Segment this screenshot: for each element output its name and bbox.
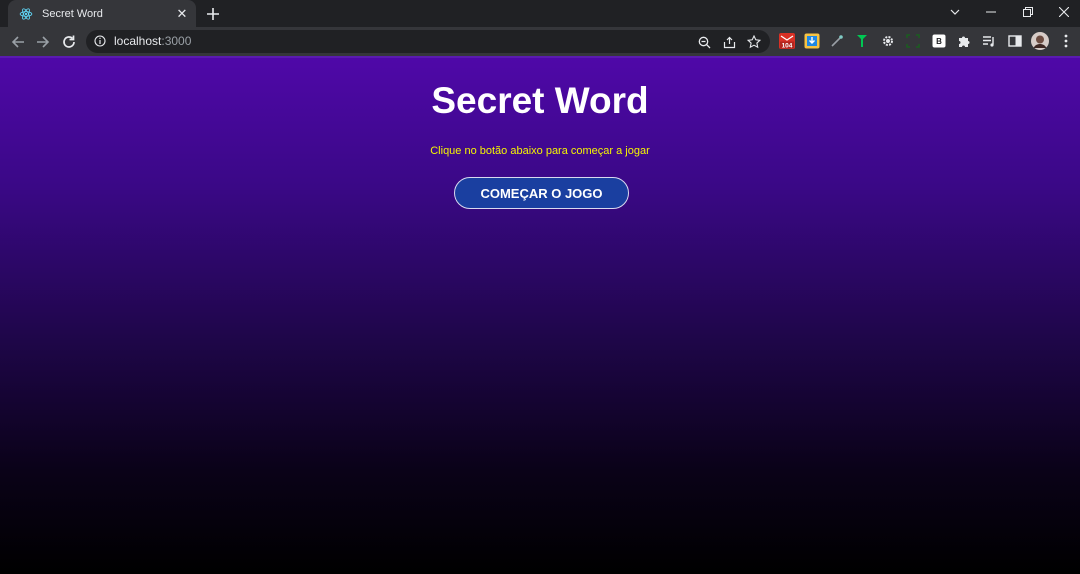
forward-icon[interactable] (32, 31, 54, 53)
download-extension-icon[interactable] (803, 32, 821, 50)
bookmark-star-icon[interactable] (745, 33, 763, 51)
share-icon[interactable] (720, 33, 738, 51)
new-tab-icon[interactable] (203, 4, 223, 24)
url-port: :3000 (161, 34, 192, 48)
address-bar[interactable]: localhost:3000 (86, 30, 770, 53)
mail-extension-icon[interactable]: 104 (778, 32, 796, 50)
browser-tab[interactable]: Secret Word ✕ (8, 0, 196, 27)
url-host: localhost (114, 34, 162, 48)
extensions-puzzle-icon[interactable] (955, 32, 973, 50)
screenshot-extension-icon[interactable] (904, 32, 922, 50)
browser-toolbar: localhost:3000 104 B (0, 27, 1080, 56)
url-text: localhost:3000 (114, 34, 191, 48)
tab-title: Secret Word (42, 7, 103, 20)
page-title: Secret Word (431, 80, 649, 121)
b-extension-icon[interactable]: B (930, 32, 948, 50)
mail-badge-count: 104 (782, 43, 793, 50)
restore-icon[interactable] (1010, 0, 1046, 24)
tab-search-chevron-icon[interactable] (937, 0, 973, 24)
tab-strip: Secret Word ✕ (0, 0, 1080, 27)
start-game-button[interactable]: COMEÇAR O JOGO (454, 177, 629, 209)
page-subtitle: Clique no botão abaixo para começar a jo… (430, 145, 650, 157)
more-menu-icon[interactable] (1057, 32, 1075, 50)
reload-icon[interactable] (58, 31, 80, 53)
page-content: Secret Word Clique no botão abaixo para … (0, 56, 1080, 574)
minimize-icon[interactable] (973, 0, 1009, 24)
media-controls-icon[interactable] (980, 32, 998, 50)
side-panel-icon[interactable] (1006, 32, 1024, 50)
gear-extension-icon[interactable] (879, 32, 897, 50)
back-icon[interactable] (7, 31, 29, 53)
site-info-icon[interactable] (92, 33, 108, 49)
zoom-icon[interactable] (695, 33, 713, 51)
profile-avatar[interactable] (1031, 32, 1049, 50)
react-favicon-icon (18, 6, 34, 22)
tab-close-icon[interactable]: ✕ (174, 6, 190, 22)
close-window-icon[interactable] (1046, 0, 1080, 24)
b-extension-label: B (936, 37, 942, 46)
hummingbird-extension-icon[interactable] (853, 32, 871, 50)
color-picker-icon[interactable] (828, 32, 846, 50)
